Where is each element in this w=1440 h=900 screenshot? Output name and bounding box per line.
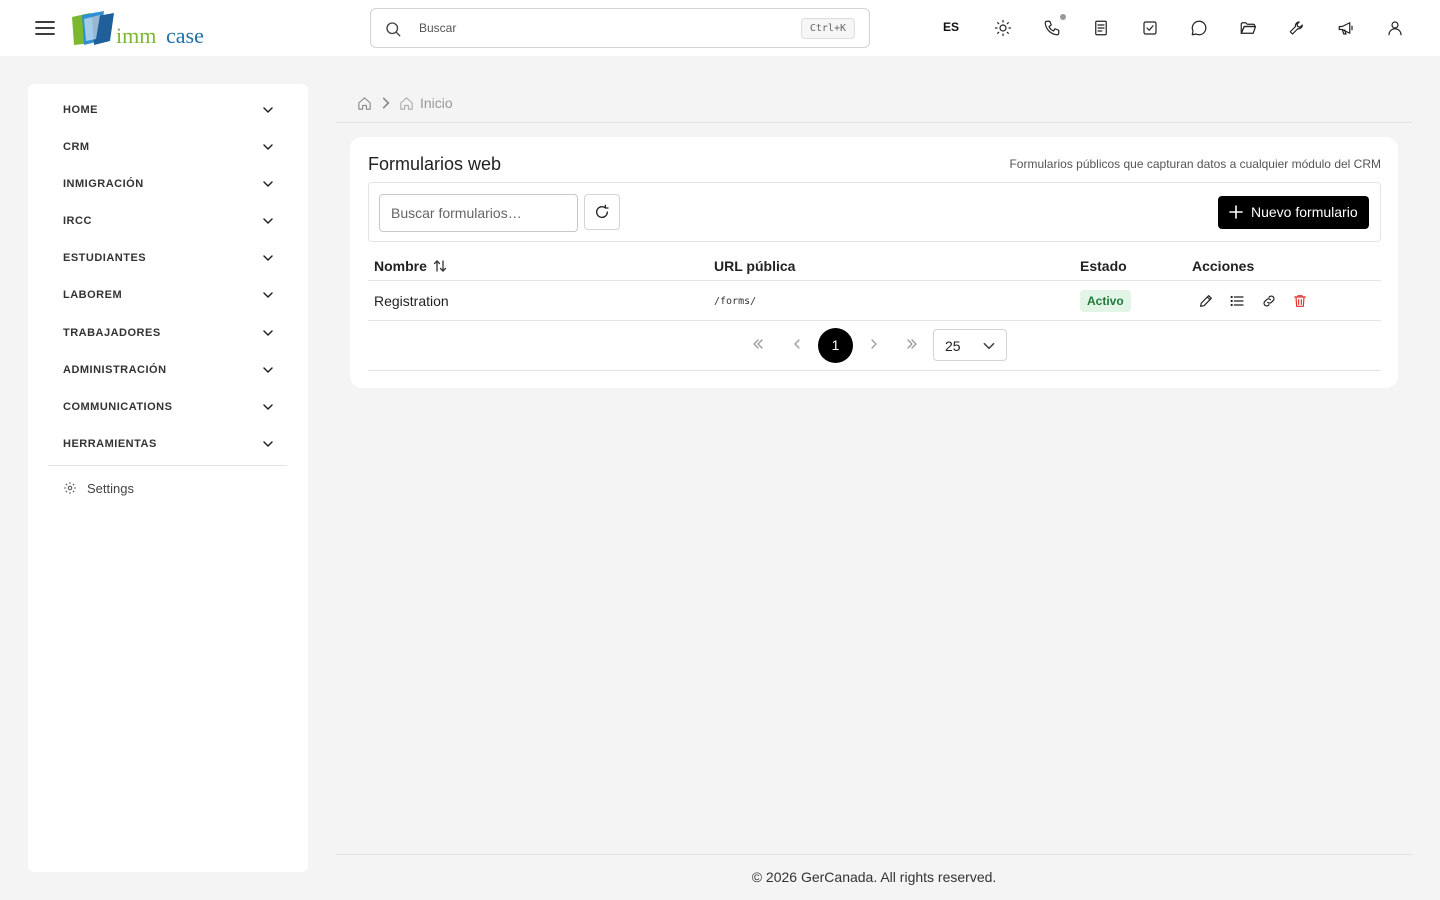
chevron-down-icon <box>263 107 273 113</box>
pagination: 1 25 <box>368 321 1381 371</box>
page-size-value: 25 <box>945 338 961 354</box>
next-page-icon[interactable] <box>866 336 882 352</box>
hamburger-icon[interactable] <box>33 16 57 40</box>
settings-label: Settings <box>87 481 134 496</box>
table-header: Nombre URL pública Estado Acciones <box>368 250 1381 281</box>
sidebar-item-label: HOME <box>63 104 98 116</box>
sidebar-item-label: IRCC <box>63 215 92 227</box>
page-title: Formularios web <box>368 154 502 174</box>
footer-divider <box>336 854 1412 855</box>
page-description: Formularios públicos que capturan datos … <box>1009 157 1381 171</box>
chevron-down-icon <box>263 218 273 224</box>
chevron-right-icon <box>382 97 390 109</box>
chevron-down-icon <box>263 255 273 261</box>
sidebar-item-inmigracion[interactable]: INMIGRACIÓN <box>48 166 288 202</box>
sidebar-item-ircc[interactable]: IRCC <box>48 203 288 239</box>
sidebar-item-label: TRABAJADORES <box>63 327 161 339</box>
list-icon[interactable] <box>1229 293 1245 309</box>
logo-text-imm: imm <box>116 23 157 48</box>
chevron-down-icon <box>263 330 273 336</box>
last-page-icon[interactable] <box>904 336 920 352</box>
sidebar-item-laborem[interactable]: LABOREM <box>48 277 288 313</box>
wrench-icon[interactable] <box>1285 16 1309 40</box>
gear-icon <box>64 482 76 494</box>
global-search[interactable]: Buscar Ctrl+K <box>370 8 870 48</box>
table-toolbar: Nuevo formulario <box>368 182 1381 242</box>
user-icon[interactable] <box>1383 16 1407 40</box>
refresh-button[interactable] <box>584 194 620 230</box>
chevron-down-icon <box>263 181 273 187</box>
sidebar-item-label: INMIGRACIÓN <box>63 178 144 190</box>
breadcrumb-current: Inicio <box>420 95 453 111</box>
chevron-down-icon <box>263 367 273 373</box>
sidebar-item-herramientas[interactable]: HERRAMIENTAS <box>48 426 288 462</box>
sidebar-item-home[interactable]: HOME <box>48 92 288 128</box>
new-form-label: Nuevo formulario <box>1251 204 1358 220</box>
refresh-icon <box>596 204 609 218</box>
first-page-icon[interactable] <box>750 336 766 352</box>
sidebar-item-label: ESTUDIANTES <box>63 252 147 264</box>
sidebar-item-settings[interactable]: Settings <box>63 479 183 499</box>
sidebar-item-trabajadores[interactable]: TRABAJADORES <box>48 315 288 351</box>
logo-text-case: case <box>166 23 204 48</box>
sidebar-item-communications[interactable]: COMMUNICATIONS <box>48 389 288 425</box>
sort-icon[interactable] <box>433 259 447 273</box>
app-logo[interactable]: imm case <box>70 11 210 47</box>
forms-search-input[interactable] <box>379 194 578 232</box>
tasks-icon[interactable] <box>1138 16 1162 40</box>
column-header-status: Estado <box>1080 258 1127 274</box>
logo-mark-icon <box>72 11 114 45</box>
sidebar-item-administracion[interactable]: ADMINISTRACIÓN <box>48 352 288 388</box>
sidebar: HOME CRM INMIGRACIÓN IRCC ESTUDIANTES LA… <box>28 84 308 872</box>
chevron-down-icon <box>263 441 273 447</box>
page-button-current[interactable]: 1 <box>818 328 853 363</box>
chevron-down-icon <box>263 404 273 410</box>
sun-icon[interactable] <box>991 16 1015 40</box>
form-url: /forms/ <box>714 296 757 307</box>
web-forms-card: Formularios web Formularios públicos que… <box>350 137 1398 388</box>
chevron-down-icon <box>263 144 273 150</box>
status-badge: Activo <box>1080 290 1131 312</box>
notification-dot <box>1060 14 1066 20</box>
page-size-select[interactable]: 25 <box>933 329 1007 361</box>
home-icon <box>400 97 413 110</box>
language-switcher[interactable]: ES <box>940 20 962 34</box>
sidebar-item-label: ADMINISTRACIÓN <box>63 364 167 376</box>
previous-page-icon[interactable] <box>789 336 805 352</box>
edit-icon[interactable] <box>1198 293 1214 309</box>
sidebar-item-label: COMMUNICATIONS <box>63 401 173 413</box>
breadcrumb-divider <box>336 122 1412 123</box>
chevron-down-icon <box>263 292 273 298</box>
sidebar-item-label: LABOREM <box>63 289 123 301</box>
chevron-down-icon <box>983 342 995 350</box>
trash-icon[interactable] <box>1292 293 1308 309</box>
top-bar: imm case Buscar Ctrl+K ES <box>0 0 1440 56</box>
sidebar-item-estudiantes[interactable]: ESTUDIANTES <box>48 240 288 276</box>
breadcrumb: Inicio <box>357 94 657 114</box>
new-form-button[interactable]: Nuevo formulario <box>1218 196 1369 229</box>
plus-icon <box>1229 205 1243 219</box>
notes-icon[interactable] <box>1089 16 1113 40</box>
sidebar-item-label: CRM <box>63 141 90 153</box>
search-shortcut-badge: Ctrl+K <box>800 18 855 39</box>
table-row: Registration /forms/ Activo <box>368 281 1381 321</box>
home-icon[interactable] <box>357 96 372 111</box>
sidebar-divider <box>48 465 287 466</box>
search-icon <box>386 22 401 37</box>
column-header-actions: Acciones <box>1192 258 1255 274</box>
phone-icon[interactable] <box>1040 16 1064 40</box>
column-header-name[interactable]: Nombre <box>374 258 427 274</box>
link-icon[interactable] <box>1261 293 1277 309</box>
column-header-url: URL pública <box>714 258 796 274</box>
search-placeholder: Buscar <box>419 21 457 35</box>
form-name: Registration <box>374 293 449 309</box>
megaphone-icon[interactable] <box>1334 16 1358 40</box>
folder-icon[interactable] <box>1236 16 1260 40</box>
footer-copyright: © 2026 GerCanada. All rights reserved. <box>751 869 997 885</box>
chat-icon[interactable] <box>1187 16 1211 40</box>
sidebar-item-label: HERRAMIENTAS <box>63 438 157 450</box>
sidebar-item-crm[interactable]: CRM <box>48 129 288 165</box>
